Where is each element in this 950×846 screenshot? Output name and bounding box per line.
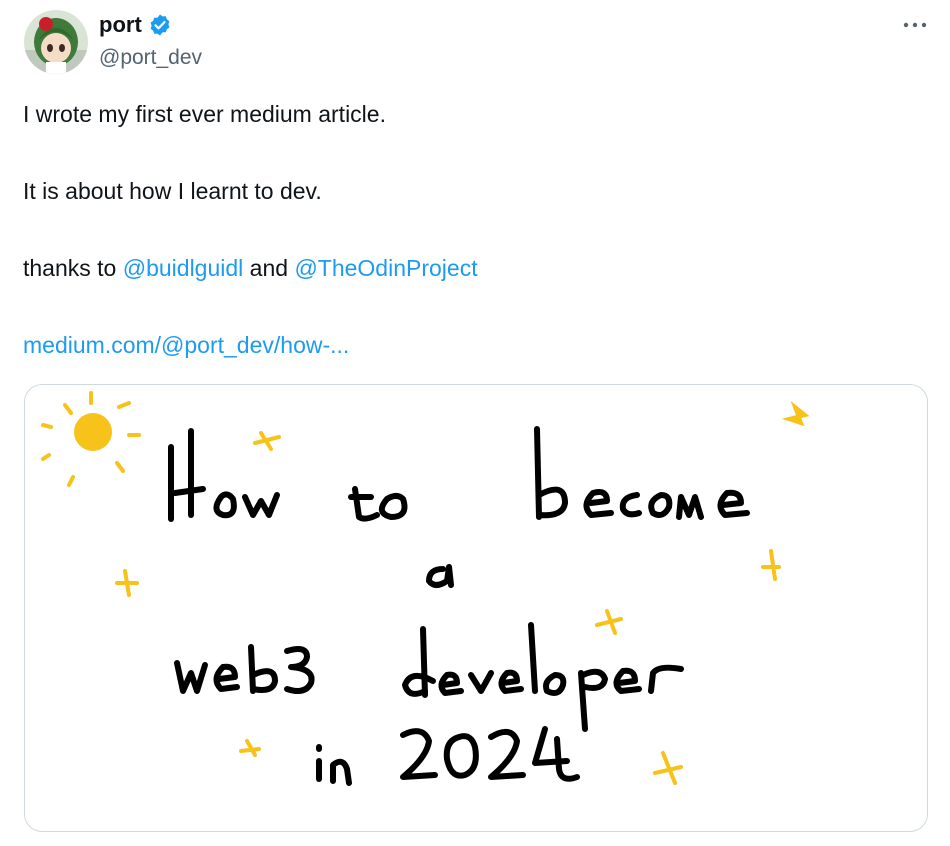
sun-doodle [41, 391, 141, 487]
more-options-button[interactable] [902, 14, 928, 36]
tweet-line-2: It is about how I learnt to dev. [23, 178, 322, 204]
tweet-line-4: medium.com/@port_dev/how-... [23, 329, 923, 361]
link-preview-card[interactable] [24, 384, 928, 832]
thanks-text: thanks to [23, 255, 123, 281]
article-cover-image [41, 391, 810, 786]
author-display-name[interactable]: port [99, 12, 142, 38]
handwritten-title [168, 426, 750, 786]
author-handle[interactable]: @port_dev [99, 45, 202, 71]
author-name-row: port [99, 12, 172, 38]
more-dots-icon [903, 22, 927, 28]
mention-buidlguidl-link[interactable]: @buidlguidl [123, 255, 244, 281]
avatar-image [24, 10, 88, 74]
article-url-link[interactable]: medium.com/@port_dev/how-... [23, 332, 349, 358]
avatar[interactable] [24, 10, 88, 74]
mention-theodinproject-link[interactable]: @TheOdinProject [294, 255, 477, 281]
tweet-line-1: I wrote my first ever medium article. [23, 101, 386, 127]
tweet-line-3: thanks to @buidlguidl and @TheOdinProjec… [23, 252, 923, 284]
and-text: and [243, 255, 295, 281]
verified-badge-icon [148, 13, 172, 37]
tweet-text: I wrote my first ever medium article. It… [23, 98, 923, 406]
